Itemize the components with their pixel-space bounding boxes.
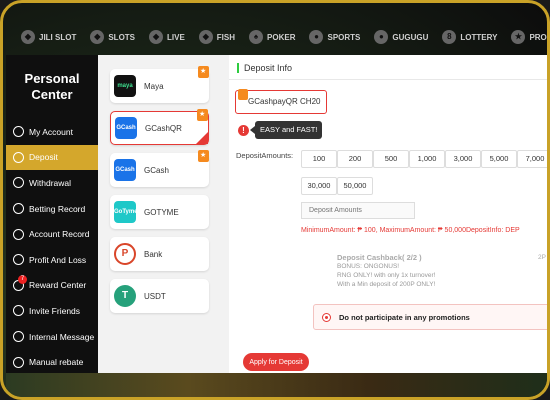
amount-button[interactable]: 200 — [337, 150, 373, 168]
section-title: Deposit Info — [237, 63, 292, 73]
sidebar-title: Personal Center — [24, 71, 80, 102]
nav-item-jili-slot[interactable]: ◆ JILI SLOT — [21, 30, 76, 44]
gcash-logo-icon: GCash — [114, 159, 136, 181]
sidebar-item-deposit[interactable]: Deposit — [6, 144, 98, 171]
sports-icon: ● — [309, 30, 324, 44]
sidebar: Personal Center My Account Deposit Withd… — [6, 55, 98, 373]
amount-button[interactable]: 5,000 — [481, 150, 517, 168]
poker-icon: ♠ — [249, 30, 264, 44]
radio-selected-icon[interactable] — [322, 312, 331, 322]
selected-corner-icon — [196, 132, 208, 144]
method-usdt[interactable]: T USDT — [110, 279, 209, 313]
amount-button[interactable]: 50,000 — [337, 177, 373, 195]
nav-item-live[interactable]: ◆ LIVE — [149, 30, 185, 44]
divider — [229, 79, 547, 80]
apply-deposit-button[interactable]: Apply for Deposit — [243, 353, 309, 371]
withdrawal-icon — [13, 177, 24, 189]
sidebar-item-invite-friends[interactable]: Invite Friends — [6, 298, 98, 324]
rebate-icon — [13, 356, 24, 368]
method-bank[interactable]: P Bank — [110, 237, 209, 271]
message-icon — [13, 331, 24, 343]
hot-tag-icon — [238, 89, 248, 100]
method-maya[interactable]: maya Maya — [110, 66, 209, 103]
maya-logo-icon: maya — [114, 75, 136, 97]
slots-icon: ◆ — [90, 30, 105, 44]
amounts-label: DepositAmounts: — [236, 151, 294, 160]
amount-button[interactable]: 1,000 — [409, 150, 445, 168]
deposit-panel: Deposit Info GCashpayQR CH20 ! EASY and … — [229, 55, 547, 373]
nav-item-gugugu[interactable]: ● GUGUGU — [374, 30, 428, 44]
nav-item-slots[interactable]: ◆ SLOTS — [90, 30, 135, 44]
title-accent-bar — [237, 63, 239, 73]
profit-loss-icon — [13, 254, 24, 266]
lottery-icon: 8 — [442, 30, 457, 44]
gcash-logo-icon: GCash — [115, 117, 137, 139]
usdt-logo-icon: T — [114, 285, 136, 307]
sidebar-item-my-account[interactable]: My Account — [6, 119, 98, 145]
betting-record-icon — [13, 203, 24, 215]
channel-option[interactable]: GCashpayQR CH20 — [235, 89, 327, 114]
hot-tag-icon — [198, 66, 209, 78]
promo-date: 2P — [538, 254, 546, 261]
promo-card[interactable]: Deposit Cashback( 2/2 ) BONUS: ONGONUS! … — [313, 250, 547, 296]
sidebar-item-account-record[interactable]: Account Record — [6, 221, 98, 247]
method-gcash[interactable]: GCash GCash — [110, 150, 209, 187]
method-gotyme[interactable]: GoTyme GOTYME — [110, 195, 209, 229]
amount-button[interactable]: 3,000 — [445, 150, 481, 168]
payment-methods: maya Maya GCash GCashQR GCash GCash GoTy… — [98, 55, 229, 373]
no-promotion-option[interactable]: Do not participate in any promotions — [313, 304, 547, 330]
fish-icon: ◆ — [198, 30, 213, 44]
jili-icon: ◆ — [21, 30, 35, 44]
reward-badge: 7 — [18, 274, 27, 284]
account-icon — [13, 126, 24, 138]
background-scene — [6, 373, 547, 397]
invite-icon — [13, 305, 24, 317]
deposit-amount-input[interactable] — [301, 202, 415, 219]
amount-button[interactable]: 7,000 — [517, 150, 547, 168]
hot-tag-icon — [197, 109, 208, 121]
hot-tag-icon — [198, 150, 209, 162]
amount-button[interactable]: 500 — [373, 150, 409, 168]
gugugu-icon: ● — [374, 30, 389, 44]
app-frame: ◆ JILI SLOT ◆ SLOTS ◆ LIVE ◆ FISH ♠ POKER ● SP… — [0, 0, 550, 400]
sidebar-item-internal-message[interactable]: Internal Message — [6, 324, 98, 350]
promotion-icon: ★ — [511, 30, 526, 44]
sidebar-item-betting-record[interactable]: Betting Record — [6, 196, 98, 222]
nav-item-fish[interactable]: ◆ FISH — [198, 30, 235, 44]
deposit-limits: MinimumAmount: ₱ 100, MaximumAmount: ₱ 5… — [301, 227, 520, 234]
nav-item-poker[interactable]: ♠ POKER — [249, 30, 295, 44]
gotyme-logo-icon: GoTyme — [114, 201, 138, 223]
deposit-icon — [13, 151, 24, 163]
account-record-icon — [13, 228, 24, 240]
bank-logo-icon: P — [114, 243, 136, 265]
live-icon: ◆ — [149, 30, 164, 44]
top-nav: ◆ JILI SLOT ◆ SLOTS ◆ LIVE ◆ FISH ♠ POKER ● SP… — [3, 23, 547, 51]
method-gcashqr[interactable]: GCash GCashQR — [110, 109, 209, 145]
nav-item-promotion[interactable]: ★PROMOTION — [511, 30, 547, 44]
sidebar-item-profit-and-loss[interactable]: Profit And Loss — [6, 247, 98, 273]
nav-item-sports[interactable]: ● SPORTS — [309, 30, 360, 44]
amount-button[interactable]: 100 — [301, 150, 337, 168]
sidebar-item-reward-center[interactable]: 7 Reward Center — [6, 273, 98, 299]
nav-item-lottery[interactable]: 8 LOTTERY — [442, 30, 497, 44]
channel-tooltip: EASY and FAST! — [249, 121, 323, 139]
sidebar-item-manual-rebate[interactable]: Manual rebate — [6, 349, 98, 375]
amount-button[interactable]: 30,000 — [301, 177, 337, 195]
alert-icon: ! — [238, 125, 249, 136]
sidebar-item-withdrawal[interactable]: Withdrawal — [6, 170, 98, 196]
